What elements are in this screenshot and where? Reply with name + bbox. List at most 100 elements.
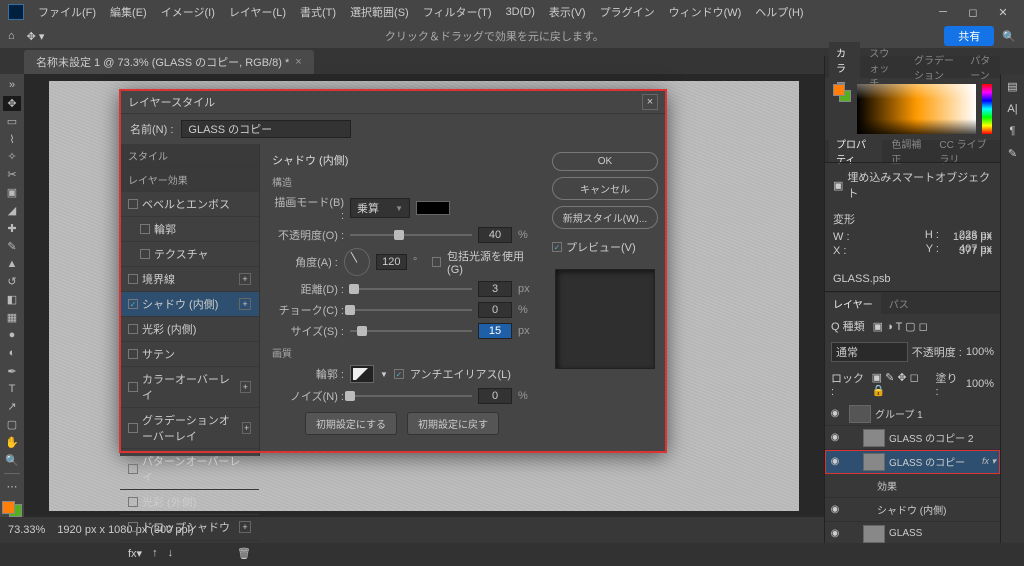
blend-dropdown[interactable]: 乗算▼ [350, 198, 410, 218]
window-minimize[interactable]: ─ [930, 3, 956, 21]
styles-header[interactable]: スタイル [120, 144, 259, 168]
style-item[interactable]: パターンオーバーレイ [120, 449, 259, 490]
add-style-icon[interactable]: + [240, 381, 251, 393]
fx-down-icon[interactable]: ↓ [168, 547, 174, 560]
style-checkbox[interactable] [140, 249, 150, 259]
menu-layer[interactable]: レイヤー(L) [223, 2, 292, 22]
layer-row[interactable]: ◉GLASS [825, 522, 1000, 543]
eyedrop-tool[interactable]: ◢ [3, 203, 21, 218]
opacity-val[interactable]: 100% [966, 346, 994, 358]
name-input[interactable] [181, 120, 351, 138]
share-button[interactable]: 共有 [944, 26, 994, 46]
visibility-icon[interactable]: ◉ [829, 432, 841, 443]
document-tab[interactable]: 名称未設定 1 @ 73.3% (GLASS のコピー, RGB/8) * × [24, 50, 314, 74]
global-light-check[interactable] [432, 257, 441, 267]
style-checkbox[interactable] [128, 464, 138, 474]
visibility-icon[interactable]: ◉ [829, 408, 841, 419]
fx-up-icon[interactable]: ↑ [152, 547, 158, 560]
color-field[interactable] [857, 84, 976, 134]
style-item[interactable]: ドロップシャドウ+ [120, 515, 259, 540]
crop-tool[interactable]: ✂ [3, 167, 21, 182]
make-default-button[interactable]: 初期設定にする [305, 412, 397, 435]
dodge-tool[interactable]: ◐ [3, 346, 21, 361]
status-zoom[interactable]: 73.33% [8, 524, 45, 536]
marquee-tool[interactable]: ▭ [3, 114, 21, 129]
angle-field[interactable]: 120 [376, 254, 407, 270]
window-restore[interactable]: ◻ [960, 3, 986, 21]
opacity-slider[interactable] [350, 229, 472, 241]
visibility-icon[interactable]: ◉ [829, 504, 841, 515]
menu-view[interactable]: 表示(V) [543, 2, 592, 22]
path-tool[interactable]: ↗ [3, 399, 21, 414]
menu-filter[interactable]: フィルター(T) [417, 2, 498, 22]
collapse-icon[interactable]: » [3, 78, 21, 93]
antialias-check[interactable] [394, 369, 404, 379]
layer-row[interactable]: ◉シャドウ (内側) [825, 498, 1000, 522]
zoom-tool[interactable]: 🔍 [3, 453, 21, 468]
type-tool[interactable]: T [3, 382, 21, 397]
size-field[interactable]: 15 [478, 323, 512, 339]
distance-field[interactable]: 3 [478, 281, 512, 297]
contour-picker[interactable] [350, 365, 374, 383]
choke-field[interactable]: 0 [478, 302, 512, 318]
tab-layers[interactable]: レイヤー [825, 293, 881, 314]
style-item[interactable]: 輪郭 [120, 217, 259, 242]
history-brush-tool[interactable]: ↺ [3, 274, 21, 289]
layer-row[interactable]: ◉GLASS のコピーfx ▾ [825, 450, 1000, 474]
fx-badge[interactable]: fx ▾ [982, 456, 996, 467]
para-panel-icon[interactable]: ¶ [1010, 125, 1016, 137]
shadow-color[interactable] [416, 201, 450, 215]
move-tool[interactable]: ✥ [3, 96, 21, 111]
edit-toolbar-icon[interactable]: ⋯ [3, 479, 21, 494]
preview-check[interactable] [552, 242, 562, 252]
menu-image[interactable]: イメージ(I) [155, 2, 221, 22]
style-item[interactable]: サテン [120, 342, 259, 367]
opacity-field[interactable]: 40 [478, 227, 512, 243]
cancel-button[interactable]: キャンセル [552, 177, 658, 200]
blend-mode[interactable]: 通常 [831, 342, 908, 362]
hand-tool[interactable]: ✋ [3, 435, 21, 450]
lasso-tool[interactable]: ⌇ [3, 132, 21, 147]
trash-icon[interactable]: 🗑 [237, 547, 251, 560]
style-checkbox[interactable] [128, 522, 138, 532]
noise-slider[interactable] [350, 390, 472, 402]
menu-edit[interactable]: 編集(E) [104, 2, 153, 22]
distance-slider[interactable] [350, 283, 472, 295]
add-style-icon[interactable]: + [239, 521, 251, 533]
menu-select[interactable]: 選択範囲(S) [344, 2, 415, 22]
angle-dial[interactable] [344, 248, 370, 276]
style-item[interactable]: テクスチャ [120, 242, 259, 267]
brush-tool[interactable]: ✎ [3, 239, 21, 254]
mini-swatch[interactable] [833, 84, 851, 102]
move-tool-icon[interactable]: ✥ ▾ [27, 30, 45, 43]
style-checkbox[interactable] [128, 382, 138, 392]
add-style-icon[interactable]: + [239, 273, 251, 285]
tab-paths[interactable]: パス [881, 293, 917, 314]
stamp-tool[interactable]: ▲ [3, 257, 21, 272]
noise-field[interactable]: 0 [478, 388, 512, 404]
add-style-icon[interactable]: + [242, 422, 251, 434]
menu-type[interactable]: 書式(T) [294, 2, 342, 22]
pen-tool[interactable]: ✒ [3, 364, 21, 379]
style-checkbox[interactable] [128, 349, 138, 359]
choke-slider[interactable] [350, 304, 472, 316]
window-close[interactable]: ✕ [990, 3, 1016, 21]
style-checkbox[interactable] [128, 299, 138, 309]
style-checkbox[interactable] [140, 224, 150, 234]
layer-row[interactable]: 効果 [825, 474, 1000, 498]
new-style-button[interactable]: 新規スタイル(W)... [552, 206, 658, 229]
brush-panel-icon[interactable]: ✎ [1008, 147, 1017, 160]
fx-menu-icon[interactable]: fx▾ [128, 547, 142, 560]
menu-plugin[interactable]: プラグイン [594, 2, 661, 22]
eraser-tool[interactable]: ◧ [3, 292, 21, 307]
style-item[interactable]: ベベルとエンボス [120, 192, 259, 217]
style-checkbox[interactable] [128, 423, 138, 433]
layer-filter[interactable]: Q 種類 [831, 318, 865, 334]
ok-button[interactable]: OK [552, 152, 658, 171]
style-item[interactable]: 境界線+ [120, 267, 259, 292]
search-icon[interactable]: 🔍 [1002, 30, 1016, 43]
visibility-icon[interactable]: ◉ [829, 456, 841, 467]
style-checkbox[interactable] [128, 274, 138, 284]
menu-file[interactable]: ファイル(F) [32, 2, 102, 22]
menu-3d[interactable]: 3D(D) [500, 4, 541, 20]
